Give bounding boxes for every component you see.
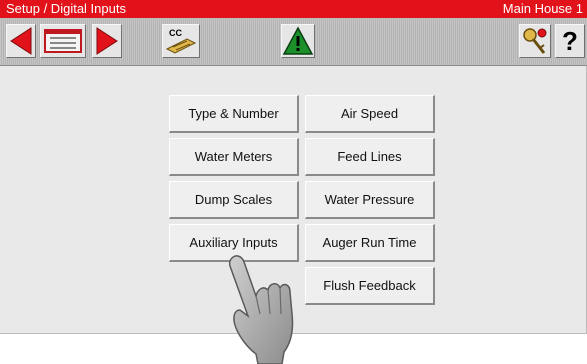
cc-label: CC <box>169 28 182 38</box>
type-number-button[interactable]: Type & Number <box>169 95 299 133</box>
menu-button[interactable] <box>40 24 86 58</box>
water-meters-button[interactable]: Water Meters <box>169 138 299 176</box>
alarm-button[interactable] <box>281 24 315 58</box>
breadcrumb: Setup / Digital Inputs <box>6 1 126 16</box>
alarm-warning-icon <box>282 26 314 55</box>
menu-list-icon <box>44 29 82 53</box>
feed-lines-button[interactable]: Feed Lines <box>305 138 435 176</box>
title-bar: Setup / Digital Inputs Main House 1 <box>0 0 587 18</box>
back-arrow-icon <box>10 27 32 55</box>
auger-run-time-button[interactable]: Auger Run Time <box>305 224 435 262</box>
help-button[interactable]: ? <box>555 24 585 58</box>
forward-arrow-icon <box>96 27 118 55</box>
toolbar: CC ? <box>0 18 587 66</box>
air-speed-button[interactable]: Air Speed <box>305 95 435 133</box>
house-name: Main House 1 <box>502 1 583 16</box>
forward-button[interactable] <box>92 24 122 58</box>
water-pressure-button[interactable]: Water Pressure <box>305 181 435 219</box>
cc-keyboard-icon: CC <box>165 28 197 54</box>
dump-scales-button[interactable]: Dump Scales <box>169 181 299 219</box>
pointing-hand-icon <box>228 255 294 364</box>
key-login-icon <box>523 28 547 54</box>
back-button[interactable] <box>6 24 36 58</box>
flush-feedback-button[interactable]: Flush Feedback <box>305 267 435 305</box>
cc-button[interactable]: CC <box>162 24 200 58</box>
help-icon: ? <box>562 26 578 56</box>
login-button[interactable] <box>519 24 551 58</box>
